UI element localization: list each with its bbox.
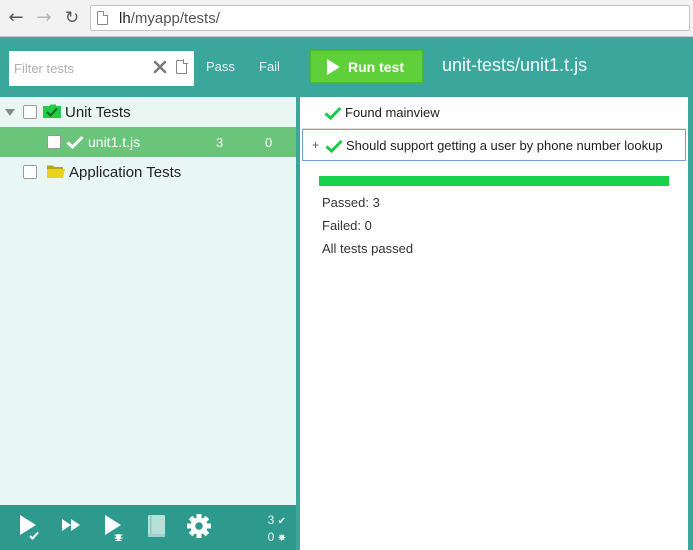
test-tree: Unit Tests unit1.t.js 3 0 Application Te… xyxy=(0,97,296,505)
expand-toggle[interactable]: + xyxy=(312,138,319,152)
unit1-passed-count: 3 xyxy=(216,135,224,150)
url-text: lh/myapp/tests/ xyxy=(119,10,220,27)
back-icon[interactable]: ← xyxy=(6,8,26,28)
url-host: lh xyxy=(119,10,131,27)
unit1-failed-count: 0 xyxy=(265,135,273,150)
run-all-icon[interactable] xyxy=(60,513,86,541)
result-label: Should support getting a user by phone n… xyxy=(346,138,663,153)
tree-item-unit1-file[interactable]: unit1.t.js 3 0 xyxy=(0,127,296,157)
passed-total-value: 3 xyxy=(267,513,275,527)
bottom-toolbar: 3 ✔ 0 ✸ xyxy=(0,505,296,550)
play-icon xyxy=(327,58,340,75)
status-message: All tests passed xyxy=(322,241,414,256)
passed-total: 3 ✔ xyxy=(268,513,286,527)
application-tests-label: Application Tests xyxy=(69,164,182,181)
fail-filter-button[interactable]: Fail xyxy=(259,59,280,74)
result-label: Found mainview xyxy=(345,105,440,120)
bug-icon: ✸ xyxy=(277,533,286,544)
failed-summary: Failed: 0 xyxy=(322,218,372,233)
unit-tests-checkbox[interactable] xyxy=(23,105,37,119)
check-icon xyxy=(325,139,343,153)
page-icon xyxy=(97,11,108,25)
check-icon xyxy=(324,106,342,120)
application-tests-checkbox[interactable] xyxy=(23,165,37,179)
filter-input[interactable] xyxy=(9,51,149,86)
browser-toolbar: ← → ↻ lh/myapp/tests/ xyxy=(0,0,693,37)
folder-open-icon xyxy=(43,104,61,118)
expand-arrow-icon[interactable] xyxy=(5,109,15,116)
tree-item-unit-tests[interactable]: Unit Tests xyxy=(0,97,296,127)
current-test-title: unit-tests/unit1.t.js xyxy=(442,55,588,75)
run-test-label: Run test xyxy=(348,58,404,75)
check-icon xyxy=(66,135,84,149)
result-row[interactable]: + Should support getting a user by phone… xyxy=(302,129,686,161)
folder-icon xyxy=(47,165,65,178)
url-path: /myapp/tests/ xyxy=(130,10,220,27)
progress-bar xyxy=(319,176,669,186)
run-icon[interactable] xyxy=(18,513,44,541)
failed-total-value: 0 xyxy=(267,530,275,544)
pass-filter-button[interactable]: Pass xyxy=(206,59,235,74)
result-row[interactable]: Found mainview xyxy=(302,97,686,129)
debug-icon[interactable] xyxy=(103,513,129,541)
address-bar[interactable]: lh/myapp/tests/ xyxy=(90,5,690,31)
unit1-checkbox[interactable] xyxy=(47,135,61,149)
clear-icon[interactable] xyxy=(153,60,167,74)
unit-tests-label: Unit Tests xyxy=(65,104,131,121)
gear-icon[interactable] xyxy=(186,513,212,541)
filter-box xyxy=(9,51,194,86)
unit1-label: unit1.t.js xyxy=(88,134,141,150)
results-pane: Found mainview + Should support getting … xyxy=(300,97,688,550)
progress-fill xyxy=(319,176,669,186)
app-toolbar: Pass Fail Run test unit-tests/unit1.t.js xyxy=(0,37,693,97)
forward-icon[interactable]: → xyxy=(34,8,54,28)
tree-item-application-tests[interactable]: Application Tests xyxy=(0,157,296,187)
run-test-button[interactable]: Run test xyxy=(310,50,423,83)
check-icon: ✔ xyxy=(277,516,286,527)
reload-icon[interactable]: ↻ xyxy=(62,8,82,28)
failed-total: 0 ✸ xyxy=(268,530,286,544)
document-icon[interactable] xyxy=(176,59,188,74)
passed-summary: Passed: 3 xyxy=(322,195,380,210)
book-icon[interactable] xyxy=(146,513,172,541)
